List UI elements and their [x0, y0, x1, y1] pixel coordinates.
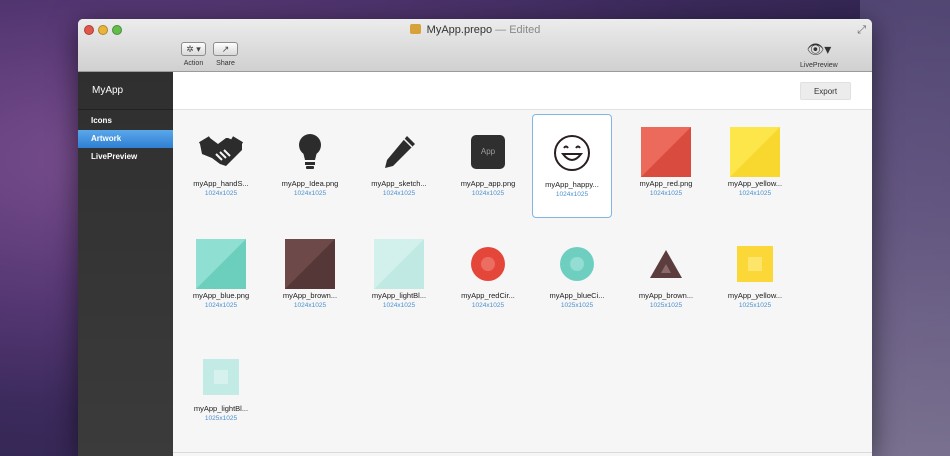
handshake-icon	[181, 120, 261, 184]
asset-dimensions: 1025x1025	[560, 302, 594, 309]
asset-dimensions: 1024x1025	[293, 190, 327, 197]
action-tool[interactable]: ✲ ▾ Action	[181, 42, 206, 67]
asset-name: myApp_brown...	[638, 291, 694, 300]
asset-dimensions: 1024x1025	[382, 190, 416, 197]
asset-tile[interactable]: myApp_yellow... 1024x1025	[715, 114, 795, 218]
sidebar: MyApp Icons Artwork LivePreview	[78, 72, 173, 456]
asset-dimensions: 1024x1025	[204, 190, 238, 197]
asset-tile[interactable]: myApp_brown... 1025x1025	[626, 226, 706, 330]
edited-status: — Edited	[495, 24, 541, 36]
export-button[interactable]: Export	[800, 82, 851, 100]
brown-triangle-icon	[626, 232, 706, 296]
asset-name: myApp_app.png	[460, 179, 516, 188]
asset-tile[interactable]: myApp_Idea.png 1024x1025	[270, 114, 350, 218]
asset-name: myApp_happy...	[545, 180, 599, 189]
action-label: Action	[183, 60, 204, 67]
asset-tile[interactable]: myApp_lightBl... 1025x1025	[181, 339, 261, 443]
window-title-text: MyApp.prepo	[426, 24, 493, 36]
asset-name: myApp_handS...	[193, 179, 249, 188]
asset-dimensions: 1025x1025	[738, 302, 772, 309]
brown-square-icon	[270, 232, 350, 296]
asset-tile[interactable]: myApp_yellow... 1025x1025	[715, 226, 795, 330]
app-icon: App	[448, 120, 528, 184]
lightbulb-icon	[270, 120, 350, 184]
asset-dimensions: 1024x1025	[555, 191, 589, 198]
asset-dimensions: 1024x1025	[649, 190, 683, 197]
asset-name: myApp_yellow...	[727, 291, 783, 300]
blue-circle-icon	[537, 232, 617, 296]
asset-tile[interactable]: myApp_brown... 1024x1025	[270, 226, 350, 330]
asset-dimensions: 1025x1025	[204, 415, 238, 422]
lightblue-small-square-icon	[181, 345, 261, 409]
asset-tile[interactable]: myApp_lightBl... 1024x1025	[359, 226, 439, 330]
app-tile-text: App	[471, 135, 505, 169]
asset-name: myApp_lightBl...	[193, 404, 249, 413]
pencil-icon	[359, 120, 439, 184]
livepreview-label: LivePreview	[800, 62, 838, 69]
lightblue-square-icon	[359, 232, 439, 296]
red-square-icon	[626, 120, 706, 184]
blue-square-icon	[181, 232, 261, 296]
asset-dimensions: 1025x1025	[649, 302, 683, 309]
asset-dimensions: 1024x1025	[204, 302, 238, 309]
window-title: MyApp.prepo — Edited	[78, 24, 872, 36]
asset-dimensions: 1024x1025	[293, 302, 327, 309]
asset-tile-selected[interactable]: myApp_happy... 1024x1025	[532, 114, 612, 218]
sidebar-item-icons[interactable]: Icons	[78, 112, 173, 130]
main-content: Export myApp_handS... 1024x1025 myApp_Id…	[173, 72, 872, 456]
asset-name: myApp_sketch...	[371, 179, 427, 188]
asset-name: myApp_blueCi...	[549, 291, 605, 300]
asset-tile[interactable]: myApp_redCir... 1024x1025	[448, 226, 528, 330]
asset-name: myApp_Idea.png	[281, 179, 339, 188]
title-bar: MyApp.prepo — Edited ⤢ ✲ ▾ Action ↗ Shar…	[78, 19, 872, 72]
app-window: MyApp.prepo — Edited ⤢ ✲ ▾ Action ↗ Shar…	[78, 19, 872, 456]
asset-name: myApp_yellow...	[727, 179, 783, 188]
document-icon	[409, 24, 421, 34]
sidebar-app-name: MyApp	[78, 72, 173, 110]
asset-name: myApp_blue.png	[192, 291, 250, 300]
content-toolbar: Export	[173, 72, 872, 110]
asset-tile[interactable]: myApp_blue.png 1024x1025	[181, 226, 261, 330]
share-tool[interactable]: ↗ Share	[213, 42, 238, 67]
fullscreen-icon[interactable]: ⤢	[857, 24, 866, 37]
asset-dimensions: 1024x1025	[471, 302, 505, 309]
asset-tile[interactable]: myApp_sketch... 1024x1025	[359, 114, 439, 218]
asset-tile[interactable]: myApp_handS... 1024x1025	[181, 114, 261, 218]
asset-dimensions: 1024x1025	[738, 190, 772, 197]
sidebar-item-livepreview[interactable]: LivePreview	[78, 148, 173, 166]
asset-tile[interactable]: myApp_red.png 1024x1025	[626, 114, 706, 218]
share-label: Share	[216, 60, 235, 67]
livepreview-tool[interactable]: 👁▾ LivePreview	[800, 40, 838, 69]
asset-name: myApp_red.png	[639, 179, 693, 188]
eye-icon[interactable]: 👁▾	[800, 40, 838, 58]
divider	[173, 452, 872, 453]
asset-grid: myApp_handS... 1024x1025 myApp_Idea.png …	[173, 110, 872, 456]
asset-name: myApp_brown...	[282, 291, 338, 300]
smiley-icon	[533, 121, 611, 185]
asset-dimensions: 1024x1025	[382, 302, 416, 309]
asset-name: myApp_redCir...	[461, 291, 515, 300]
asset-dimensions: 1024x1025	[471, 190, 505, 197]
red-circle-icon	[448, 232, 528, 296]
asset-tile[interactable]: myApp_blueCi... 1025x1025	[537, 226, 617, 330]
asset-tile[interactable]: App myApp_app.png 1024x1025	[448, 114, 528, 218]
yellow-small-square-icon	[715, 232, 795, 296]
sidebar-item-artwork[interactable]: Artwork	[78, 130, 173, 148]
asset-name: myApp_lightBl...	[371, 291, 427, 300]
share-icon[interactable]: ↗	[213, 42, 238, 56]
yellow-square-icon	[715, 120, 795, 184]
gear-icon[interactable]: ✲ ▾	[181, 42, 206, 56]
